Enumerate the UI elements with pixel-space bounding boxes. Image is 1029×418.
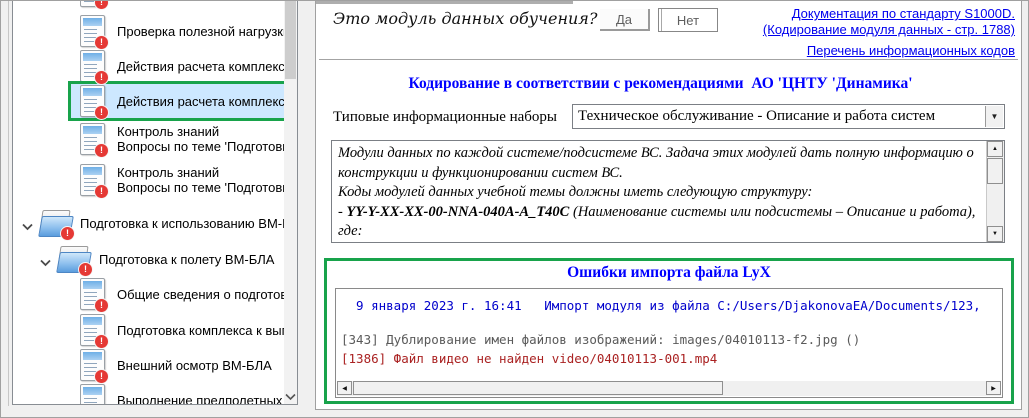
tree-scrollbar[interactable]	[284, 1, 297, 404]
s1000d-doc-link[interactable]: Документация по стандарту S1000D.	[763, 6, 1015, 22]
dropdown-arrow-icon[interactable]: ▼	[985, 106, 1003, 127]
document-icon: !	[80, 15, 105, 47]
document-icon: !	[80, 123, 105, 155]
scroll-left-icon[interactable]: ◀	[337, 381, 352, 395]
log-line-duplicate-images: [343] Дублирование имен файлов изображен…	[341, 332, 1002, 347]
yes-button[interactable]: Да	[600, 9, 650, 31]
document-icon: !	[80, 50, 105, 82]
document-icon: !	[80, 349, 105, 381]
clipped-toolbar-edge	[316, 1, 573, 4]
document-icon: !	[80, 85, 105, 117]
log-line-import: 9 января 2023 г. 16:41 Импорт модуля из …	[341, 298, 1002, 313]
scrollbar-thumb[interactable]	[353, 381, 723, 395]
chevron-down-icon[interactable]	[22, 218, 33, 226]
document-icon: !	[80, 314, 105, 346]
tree-item-label: Проверка полезной нагрузки	[117, 24, 290, 39]
description-paragraph: Коды модулей данных учебной темы должны …	[338, 183, 980, 203]
info-sets-label: Типовые информационные наборы	[333, 109, 557, 126]
error-badge-icon: !	[94, 143, 109, 158]
module-tree-panel: ! ! Проверка полезной нагрузки ! Действи…	[12, 1, 298, 405]
error-badge-icon: !	[60, 226, 75, 241]
no-button[interactable]: Нет	[658, 8, 718, 32]
tree-item-label: Подготовка комплекса к выпо...	[117, 323, 298, 338]
log-line-video-not-found: [1386] Файл видео не найден video/040101…	[341, 351, 1002, 366]
lyx-errors-title: Ошибки импорта файла LyX	[327, 264, 1011, 282]
coding-description-text: Модули данных по каждой системе/подсисте…	[338, 144, 980, 242]
s1000d-doc-page-link[interactable]: (Кодирование модуля данных - стр. 1788)	[763, 22, 1015, 38]
application-window: ! ! Проверка полезной нагрузки ! Действи…	[0, 0, 1029, 418]
description-paragraph: Модули данных по каждой системе/подсисте…	[338, 144, 980, 183]
scroll-right-icon[interactable]: ▶	[986, 381, 1001, 395]
log-horizontal-scrollbar[interactable]: ◀ ▶	[337, 381, 1001, 396]
tree-item-label: Контроль знаний	[117, 124, 219, 139]
tree-folder-label: Подготовка к полету ВМ-БЛА	[99, 252, 274, 267]
folder-icon: !	[58, 246, 91, 273]
training-module-question: Это модуль данных обучения?	[333, 9, 597, 28]
info-sets-selected-value: Техническое обслуживание - Описание и ра…	[578, 108, 935, 125]
document-icon: !	[80, 1, 105, 7]
tree-folder-label: Подготовка к использованию ВМ-БЛА	[80, 216, 298, 231]
error-badge-icon: !	[78, 262, 93, 277]
tree-item-label: Контроль знаний	[117, 165, 219, 180]
description-scrollbar[interactable]: ▲ ▼	[986, 141, 1004, 242]
lyx-import-errors-box: Ошибки импорта файла LyX 9 января 2023 г…	[324, 258, 1014, 404]
document-icon	[80, 384, 105, 405]
import-log[interactable]: 9 января 2023 г. 16:41 Импорт модуля из …	[335, 288, 1003, 398]
coding-description-textarea[interactable]: Модули данных по каждой системе/подсисте…	[331, 140, 1005, 243]
scroll-up-icon[interactable]: ▲	[987, 141, 1003, 157]
error-badge-icon: !	[94, 334, 109, 349]
error-badge-icon: !	[94, 70, 109, 85]
divider	[319, 59, 1018, 60]
chevron-down-icon[interactable]	[40, 254, 51, 262]
scroll-down-icon[interactable]: ▼	[987, 226, 1003, 242]
tree-scrollbar-thumb[interactable]	[285, 1, 296, 79]
error-badge-icon: !	[94, 369, 109, 384]
splitter-line	[8, 1, 9, 406]
error-badge-icon: !	[94, 105, 109, 120]
module-details-panel: Это модуль данных обучения? Да Нет Докум…	[315, 1, 1022, 410]
info-codes-link[interactable]: Перечень информационных кодов	[763, 43, 1015, 59]
description-paragraph: - YY-Y-XX-XX-00-NNA-040A-A_T40C (Наимено…	[338, 203, 980, 242]
document-icon: !	[80, 164, 105, 196]
tree-item-label: Действия расчета комплекса п...	[117, 94, 298, 109]
coding-section-title: Кодирование в соответствии с рекомендаци…	[316, 75, 1005, 93]
tree-item-sublabel: Вопросы по теме 'Подготовка ...	[117, 180, 298, 195]
scrollbar-thumb[interactable]	[987, 158, 1003, 184]
error-badge-icon: !	[94, 184, 109, 199]
tree-item-label: Общие сведения о подготовке...	[117, 287, 298, 302]
links-block: Документация по стандарту S1000D. (Кодир…	[763, 6, 1015, 59]
info-sets-dropdown[interactable]: Техническое обслуживание - Описание и ра…	[572, 104, 1005, 129]
tree-item-label: Выполнение предполетных пр...	[117, 393, 298, 405]
error-badge-icon: !	[94, 35, 109, 50]
document-icon: !	[80, 278, 105, 310]
dm-code-pattern: YY-Y-XX-XX-00-NNA-040A-A_T40C	[346, 204, 569, 220]
tree-item-label: Действия расчета комплекса п...	[117, 59, 298, 74]
folder-icon: !	[40, 210, 73, 237]
error-badge-icon: !	[94, 1, 109, 10]
tree-item-selected[interactable]: ! Действия расчета комплекса п...	[68, 81, 298, 121]
error-badge-icon: !	[94, 298, 109, 313]
tree-item-sublabel: Вопросы по теме 'Подготовка ...	[117, 139, 298, 154]
scroll-down-icon[interactable]	[285, 388, 296, 398]
tree-item-label: Внешний осмотр ВМ-БЛА	[117, 358, 272, 373]
